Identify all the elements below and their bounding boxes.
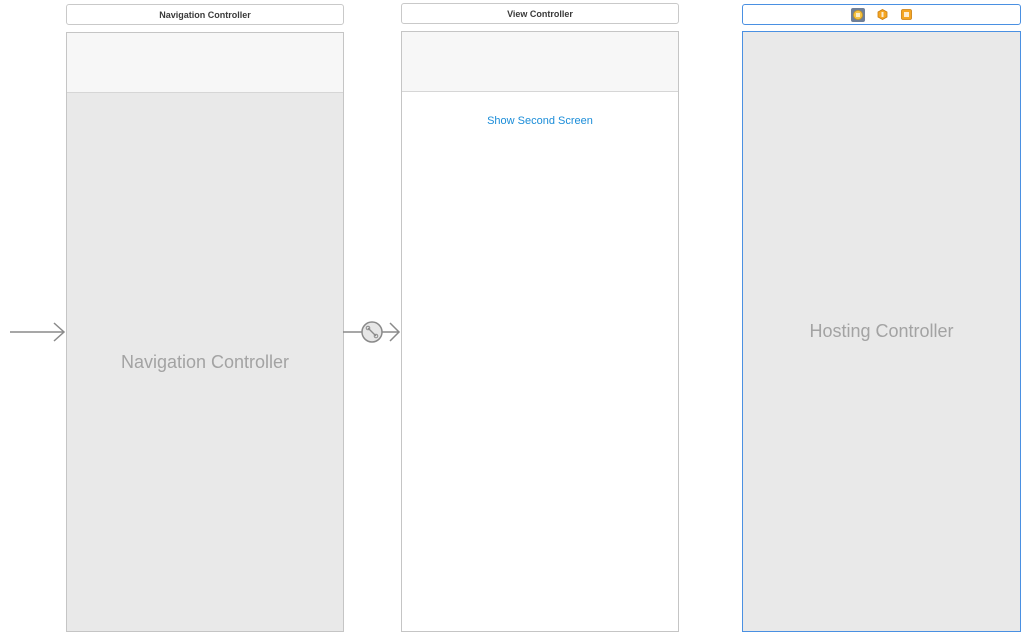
view-controller-scene[interactable]: Show Second Screen [401, 31, 679, 632]
scene-title-label: View Controller [507, 8, 573, 19]
view-controller-icon[interactable] [850, 7, 865, 22]
exit-icon[interactable] [901, 9, 913, 21]
hosting-controller-scene[interactable]: Hosting Controller [742, 31, 1021, 632]
root-view-controller-segue[interactable] [343, 320, 403, 344]
initial-view-controller-arrow[interactable] [10, 320, 68, 344]
navigation-controller-body: Navigation Controller [67, 93, 343, 631]
navigation-bar[interactable] [67, 33, 343, 93]
first-responder-icon[interactable] [877, 9, 889, 21]
navigation-controller-scene-title[interactable]: Navigation Controller [66, 4, 344, 25]
view-controller-scene-title[interactable]: View Controller [401, 3, 679, 24]
navigation-bar[interactable] [402, 32, 678, 92]
navigation-controller-scene[interactable]: Navigation Controller [66, 32, 344, 632]
hosting-controller-body: Hosting Controller [743, 32, 1020, 631]
scene-title-label: Navigation Controller [159, 9, 251, 20]
hosting-controller-scene-dock[interactable] [742, 4, 1021, 25]
navigation-controller-placeholder-label: Navigation Controller [120, 351, 290, 372]
hosting-controller-placeholder-label: Hosting Controller [809, 321, 954, 341]
show-second-screen-button[interactable]: Show Second Screen [402, 115, 678, 127]
